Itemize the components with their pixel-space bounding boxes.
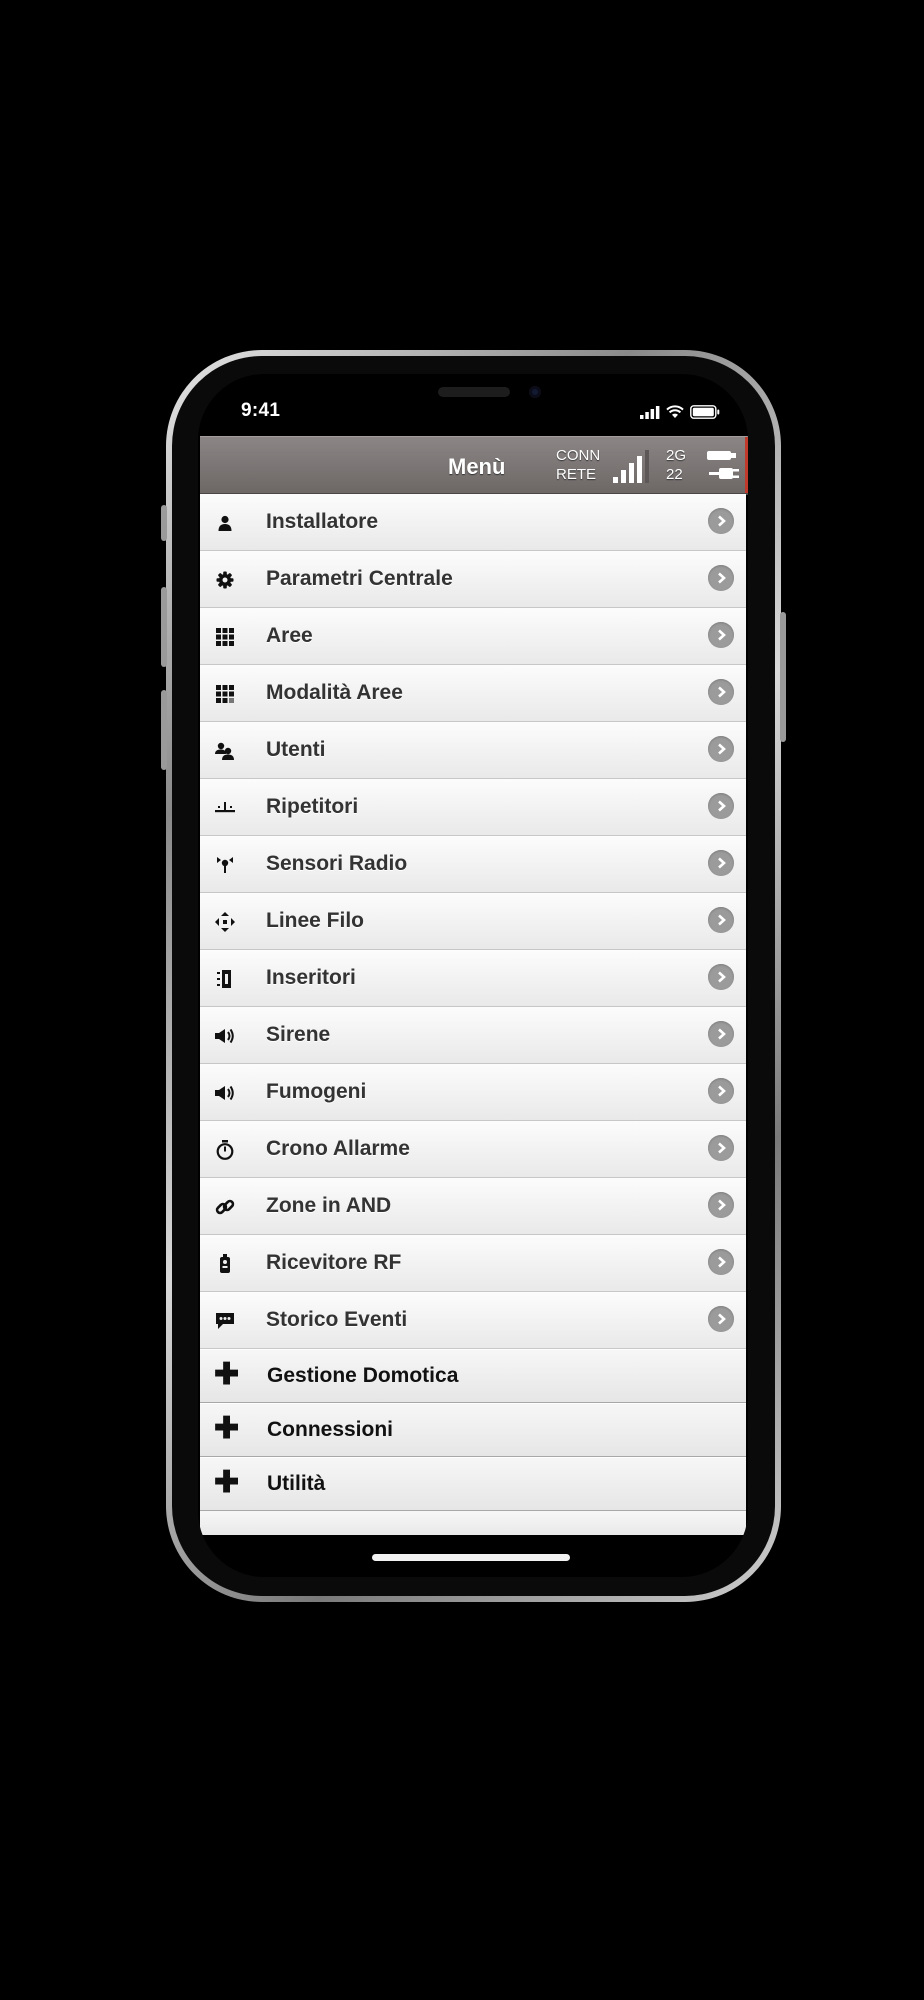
- speaker-icon: [214, 1082, 236, 1104]
- menu-item-modalita-aree[interactable]: Modalità Aree: [200, 665, 746, 722]
- chevron-right-icon[interactable]: [708, 679, 734, 705]
- battery-icon: [690, 405, 720, 419]
- menu-item-label: Crono Allarme: [266, 1137, 410, 1160]
- menu-item-linee-filo[interactable]: Linee Filo: [200, 893, 746, 950]
- menu-item-label: Zone in AND: [266, 1194, 392, 1217]
- section-label: Connessioni: [267, 1418, 394, 1441]
- network-type: 2G: [666, 447, 687, 464]
- home-indicator[interactable]: [372, 1554, 570, 1561]
- menu-item-label: Ricevitore RF: [266, 1251, 402, 1274]
- menu-item-zone-in-and[interactable]: Zone in AND: [200, 1178, 746, 1235]
- radio-sensor-icon: [214, 854, 236, 876]
- app-header: Menù CONN RETE 2G 22: [200, 436, 748, 495]
- menu-item-label: Modalità Aree: [266, 681, 403, 704]
- section-utilita[interactable]: ✚ Utilità: [200, 1457, 746, 1511]
- list-item-partial: [200, 1511, 746, 1535]
- menu-item-label: Sensori Radio: [266, 852, 408, 875]
- link-icon: [214, 1196, 236, 1218]
- menu-item-label: Aree: [266, 624, 313, 647]
- chevron-right-icon[interactable]: [708, 1135, 734, 1161]
- chevron-right-icon[interactable]: [708, 622, 734, 648]
- plus-icon: ✚: [214, 1412, 240, 1445]
- users-icon: [214, 740, 236, 762]
- network-value: 22: [666, 466, 683, 483]
- front-camera: [529, 386, 541, 398]
- side-button-mute: [161, 505, 167, 541]
- phone-screen: 9:41 Menù CONN RETE 2G 22 Installatore P…: [198, 374, 748, 1577]
- repeater-icon: [214, 797, 236, 819]
- speaker-icon: [214, 1025, 236, 1047]
- menu-item-ripetitori[interactable]: Ripetitori: [200, 779, 746, 836]
- menu-item-inseritori[interactable]: Inseritori: [200, 950, 746, 1007]
- menu-list: Installatore Parametri Centrale Aree Mod…: [200, 494, 746, 1535]
- earpiece-speaker: [438, 387, 510, 397]
- page-title: Menù: [448, 454, 506, 479]
- chevron-right-icon[interactable]: [708, 736, 734, 762]
- menu-item-crono-allarme[interactable]: Crono Allarme: [200, 1121, 746, 1178]
- menu-item-sensori-radio[interactable]: Sensori Radio: [200, 836, 746, 893]
- chevron-right-icon[interactable]: [708, 964, 734, 990]
- chevron-right-icon[interactable]: [708, 565, 734, 591]
- side-button-volume-down: [161, 690, 167, 770]
- menu-item-ricevitore-rf[interactable]: Ricevitore RF: [200, 1235, 746, 1292]
- chevron-right-icon[interactable]: [708, 1192, 734, 1218]
- side-button-power: [780, 612, 786, 742]
- menu-item-label: Fumogeni: [266, 1080, 367, 1103]
- menu-item-label: Linee Filo: [266, 909, 365, 932]
- chevron-right-icon[interactable]: [708, 1078, 734, 1104]
- conn-label: CONN: [556, 447, 601, 464]
- menu-item-fumogeni[interactable]: Fumogeni: [200, 1064, 746, 1121]
- chevron-right-icon[interactable]: [708, 850, 734, 876]
- menu-item-sirene[interactable]: Sirene: [200, 1007, 746, 1064]
- gear-icon: [214, 569, 236, 591]
- menu-item-label: Parametri Centrale: [266, 567, 453, 590]
- chevron-right-icon[interactable]: [708, 508, 734, 534]
- menu-item-utenti[interactable]: Utenti: [200, 722, 746, 779]
- section-connessioni[interactable]: ✚ Connessioni: [200, 1403, 746, 1457]
- chevron-right-icon[interactable]: [708, 907, 734, 933]
- chevron-right-icon[interactable]: [708, 1021, 734, 1047]
- menu-item-label: Inseritori: [266, 966, 356, 989]
- network-status: 2G 22: [666, 446, 686, 484]
- section-label: Gestione Domotica: [267, 1364, 459, 1387]
- cellular-signal-icon: [640, 405, 660, 419]
- menu-item-label: Ripetitori: [266, 795, 359, 818]
- user-icon: [214, 512, 236, 534]
- menu-item-label: Storico Eventi: [266, 1308, 408, 1331]
- chevron-right-icon[interactable]: [708, 793, 734, 819]
- rete-label: RETE: [556, 466, 597, 483]
- menu-item-aree[interactable]: Aree: [200, 608, 746, 665]
- plus-icon: ✚: [214, 1358, 240, 1391]
- section-gestione-domotica[interactable]: ✚ Gestione Domotica: [200, 1349, 746, 1403]
- comment-icon: [214, 1310, 236, 1332]
- chevron-right-icon[interactable]: [708, 1306, 734, 1332]
- header-accent: [745, 437, 748, 493]
- signal-strength-icon: [613, 450, 649, 483]
- grid-icon: [214, 683, 236, 705]
- menu-item-label: Sirene: [266, 1023, 331, 1046]
- menu-item-parametri-centrale[interactable]: Parametri Centrale: [200, 551, 746, 608]
- power-plug-icon: [707, 451, 739, 479]
- menu-item-label: Utenti: [266, 738, 326, 761]
- wifi-icon: [666, 405, 684, 418]
- grid-icon: [214, 626, 236, 648]
- status-bar: 9:41: [198, 374, 748, 436]
- connection-status: CONN RETE: [556, 446, 600, 484]
- stopwatch-icon: [214, 1139, 236, 1161]
- side-button-volume-up: [161, 587, 167, 667]
- section-label: Utilità: [267, 1472, 326, 1495]
- wired-lines-icon: [214, 911, 236, 933]
- menu-item-storico-eventi[interactable]: Storico Eventi: [200, 1292, 746, 1349]
- menu-item-label: Installatore: [266, 510, 379, 533]
- remote-icon: [214, 1253, 236, 1275]
- inserter-icon: [214, 968, 236, 990]
- status-time: 9:41: [241, 400, 281, 421]
- plus-icon: ✚: [214, 1466, 240, 1499]
- chevron-right-icon[interactable]: [708, 1249, 734, 1275]
- menu-item-installatore[interactable]: Installatore: [200, 494, 746, 551]
